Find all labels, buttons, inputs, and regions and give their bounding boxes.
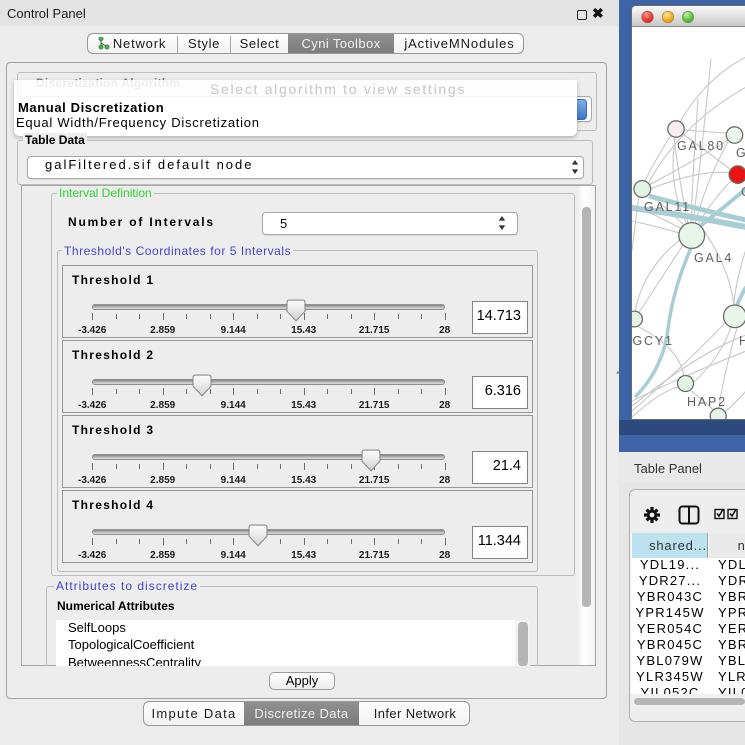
svg-text:HAP2: HAP2: [687, 395, 727, 409]
svg-text:C: C: [741, 185, 745, 199]
svg-text:GAL11: GAL11: [644, 200, 691, 214]
svg-text:GAL80: GAL80: [677, 139, 725, 153]
svg-text:H: H: [739, 334, 745, 348]
svg-text:GAL4: GAL4: [694, 251, 733, 265]
svg-text:G.: G.: [736, 146, 745, 160]
svg-text:GCY1: GCY1: [633, 334, 674, 348]
